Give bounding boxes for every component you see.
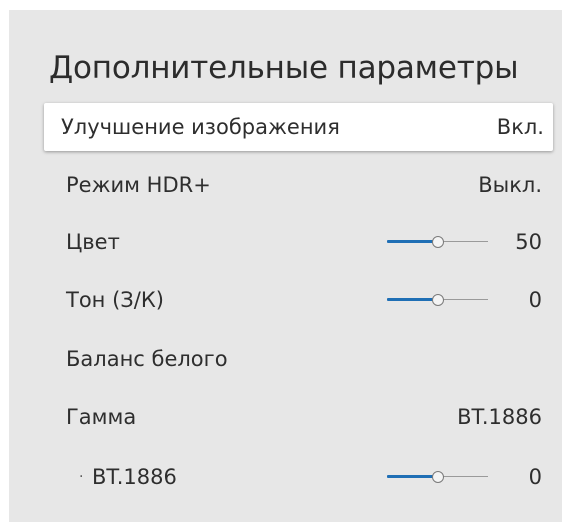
menu-item-label: BT.1886	[92, 465, 177, 489]
menu-item-color[interactable]: Цвет 50	[44, 218, 553, 266]
menu-item-value: Выкл.	[478, 173, 542, 197]
slider-knob[interactable]	[431, 471, 444, 483]
color-slider[interactable]	[387, 236, 488, 248]
sub-item-bullet: ·	[79, 469, 84, 485]
tint-slider[interactable]	[387, 294, 488, 306]
menu-item-value: Вкл.	[496, 115, 544, 139]
menu-item-white-balance[interactable]: Баланс белого	[44, 335, 553, 383]
menu-item-bt1886[interactable]: · BT.1886 0	[44, 453, 553, 501]
menu-item-label: Цвет	[66, 230, 120, 254]
slider-fill	[387, 298, 438, 301]
menu-item-label: Улучшение изображения	[61, 115, 340, 139]
menu-item-hdr-mode[interactable]: Режим HDR+ Выкл.	[44, 161, 553, 209]
menu-item-value: 0	[528, 288, 542, 312]
menu-item-picture-enhancement[interactable]: Улучшение изображения Вкл.	[44, 103, 553, 151]
menu-item-value: BT.1886	[457, 405, 542, 429]
menu-item-value: 0	[528, 465, 542, 489]
menu-item-tint[interactable]: Тон (З/К) 0	[44, 276, 553, 324]
menu-item-label: Баланс белого	[66, 347, 228, 371]
menu-item-value: 50	[515, 230, 542, 254]
slider-knob[interactable]	[431, 236, 444, 248]
menu-item-gamma[interactable]: Гамма BT.1886	[44, 393, 553, 441]
slider-fill	[387, 240, 438, 243]
slider-knob[interactable]	[431, 294, 444, 306]
panel-title: Дополнительные параметры	[49, 50, 519, 86]
bt1886-slider[interactable]	[387, 471, 488, 483]
menu-item-label: Гамма	[66, 405, 137, 429]
slider-fill	[387, 475, 438, 478]
advanced-settings-panel: Дополнительные параметры Улучшение изобр…	[9, 10, 562, 522]
menu-item-label: Режим HDR+	[66, 173, 211, 197]
menu-item-label: Тон (З/К)	[66, 288, 164, 312]
